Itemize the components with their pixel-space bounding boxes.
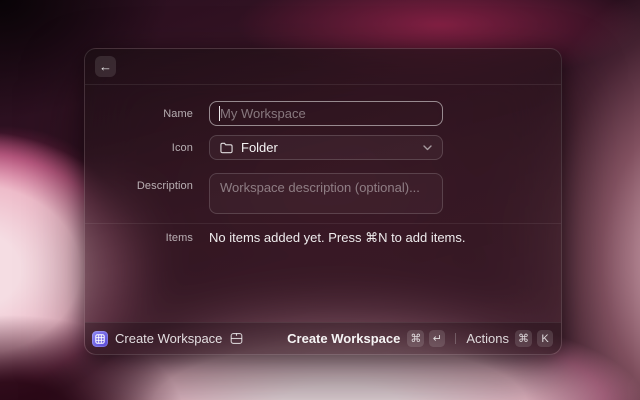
items-section-divider [85,223,561,224]
icon-dropdown-value: Folder [241,140,278,155]
footer-right: Create Workspace ⌘ ↵ Actions ⌘ K [287,330,553,347]
submit-action-label[interactable]: Create Workspace [287,331,400,346]
workspace-app-icon [92,330,108,347]
actions-menu-label[interactable]: Actions [466,331,509,346]
name-field-row: Name [85,101,443,126]
footer-left: Create Workspace [92,330,243,347]
name-label: Name [163,107,193,120]
create-workspace-window: ← Name Icon Folder Description [84,48,562,355]
items-label: Items [165,232,193,244]
name-input[interactable] [209,101,443,126]
footer-bar: Create Workspace Create Workspace ⌘ ↵ Ac… [85,322,561,354]
name-input-wrap [209,101,443,126]
back-arrow-icon: ← [99,59,112,74]
cmd-key-badge[interactable]: ⌘ [515,330,532,347]
back-button[interactable]: ← [95,56,116,77]
items-empty-text: No items added yet. Press ⌘N to add item… [209,230,466,245]
window-header: ← [85,49,561,85]
footer-divider [455,333,457,344]
folder-icon [220,142,233,154]
k-key-badge[interactable]: K [537,330,553,347]
chevron-down-icon [423,144,432,151]
description-textarea[interactable] [209,173,443,214]
enter-key-badge[interactable]: ↵ [429,330,446,347]
icon-dropdown[interactable]: Folder [209,135,443,160]
items-row: Items No items added yet. Press ⌘N to ad… [85,230,466,246]
description-field-row: Description [85,173,443,214]
footer-app-title: Create Workspace [115,331,223,346]
save-icon [230,332,243,345]
description-label: Description [136,180,193,192]
text-caret [219,106,220,121]
icon-field-row: Icon Folder [85,135,443,160]
cmd-key-badge[interactable]: ⌘ [407,330,425,347]
icon-label: Icon [171,141,193,154]
